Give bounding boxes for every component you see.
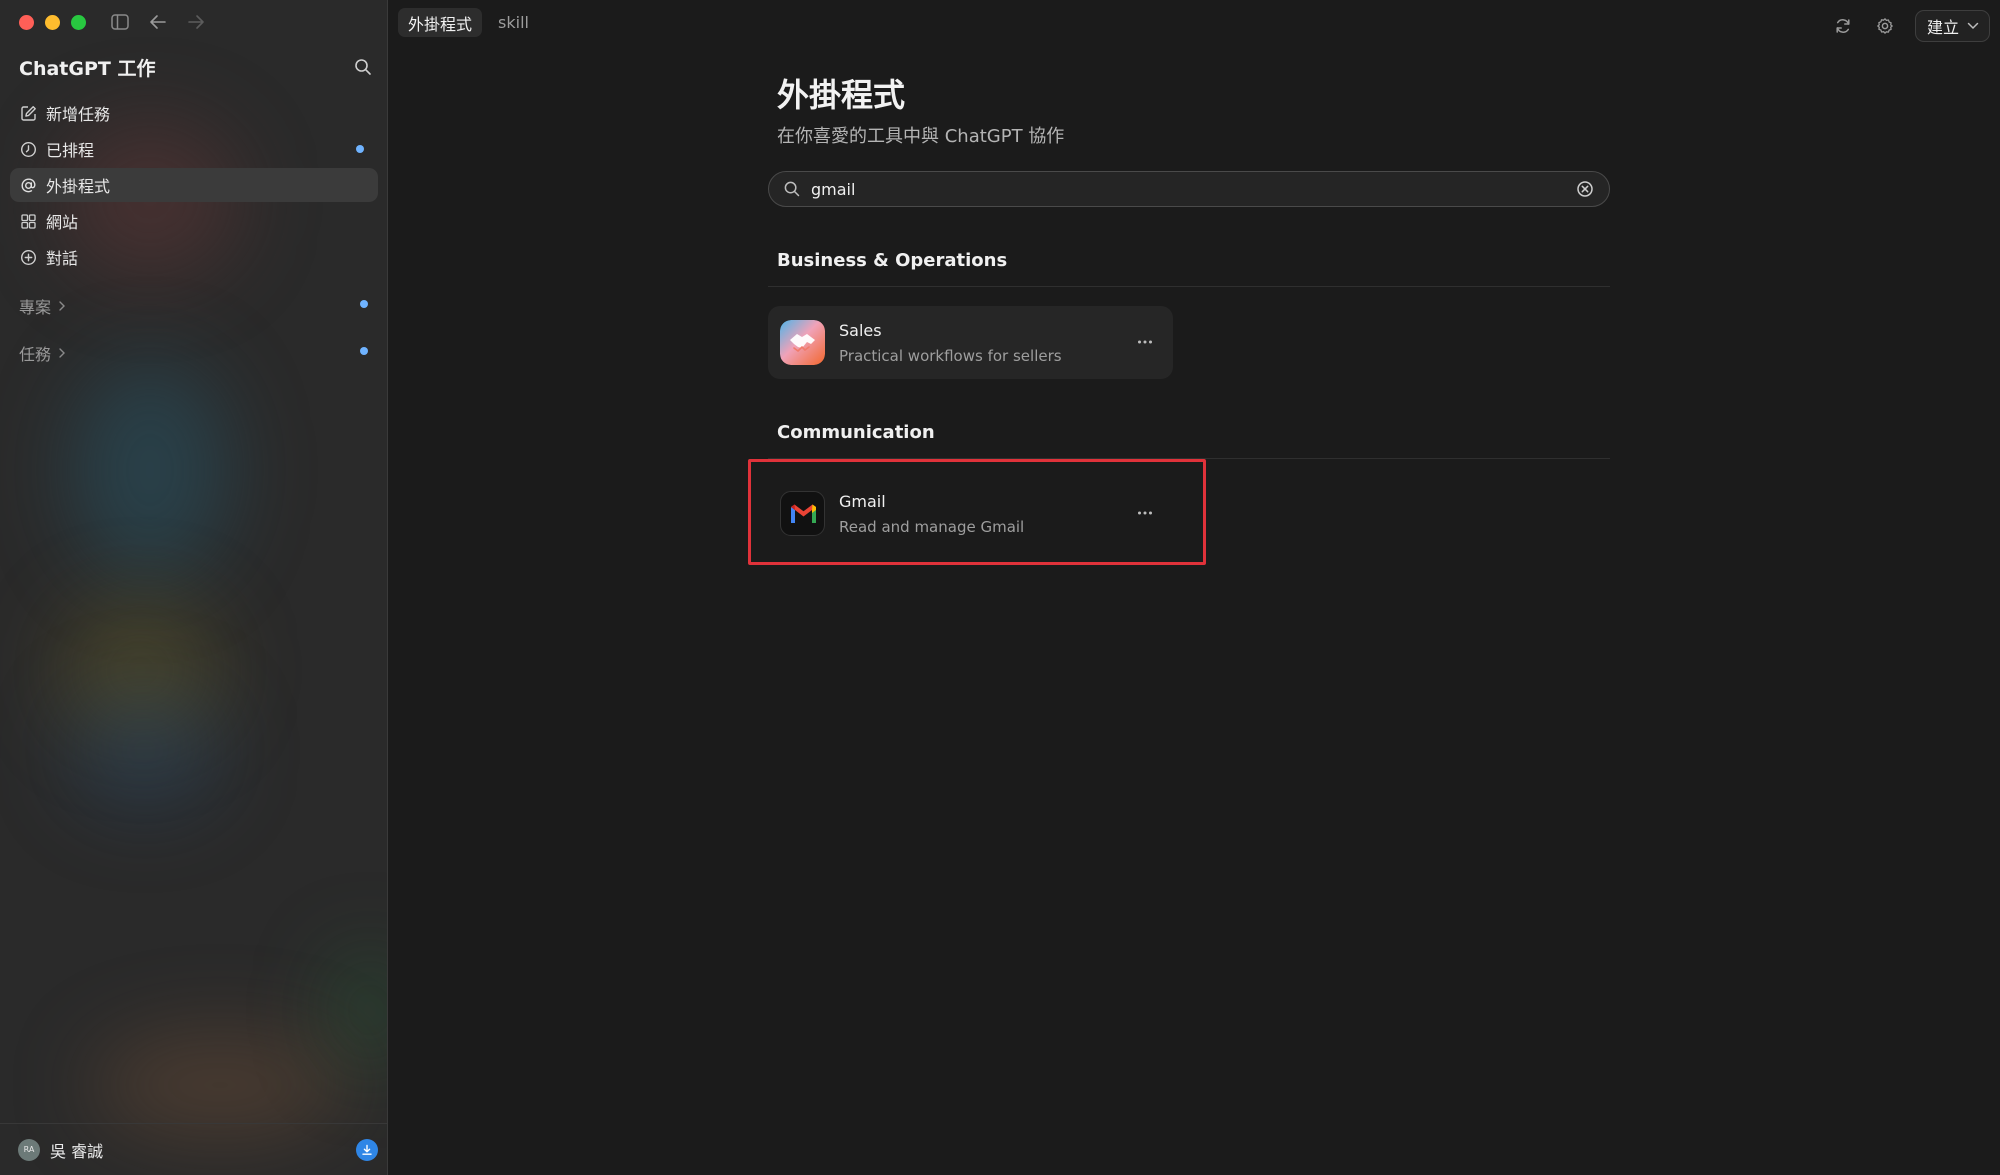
tab-plugins[interactable]: 外掛程式 [398, 8, 483, 37]
window-controls [19, 15, 86, 30]
sidebar-toolbar [108, 12, 208, 32]
header-actions: 建立 [1831, 10, 1990, 42]
app-title: ChatGPT 工作 [19, 58, 156, 80]
user-profile[interactable]: RA 吳 睿誠 [0, 1123, 387, 1175]
divider [768, 458, 1610, 459]
compose-icon [19, 104, 37, 122]
sidebar-item-sites[interactable]: 網站 [10, 204, 378, 238]
clock-icon [19, 140, 37, 158]
search-bar [768, 171, 1610, 207]
divider [768, 286, 1610, 287]
refresh-icon[interactable] [1831, 14, 1855, 38]
plugin-card-gmail[interactable]: Gmail Read and manage Gmail [768, 477, 1173, 550]
sidebar-item-label: 外掛程式 [46, 177, 111, 196]
main-panel: 外掛程式 skill 建立 外掛程式 在你喜愛的工具中與 ChatGPT 協作 [388, 0, 2000, 1175]
more-options-icon[interactable] [1133, 501, 1157, 525]
sales-handshake-icon [780, 320, 825, 365]
search-input[interactable] [811, 179, 1575, 199]
chevron-right-icon [59, 301, 66, 311]
clear-search-icon[interactable] [1575, 179, 1595, 199]
page-subtitle: 在你喜愛的工具中與 ChatGPT 協作 [777, 126, 1065, 147]
at-sign-icon [19, 176, 37, 194]
chevron-right-icon [59, 348, 66, 358]
category-title: Communication [777, 422, 935, 443]
sidebar-item-label: 新增任務 [46, 105, 111, 124]
unread-dot [360, 347, 368, 355]
app-window: ChatGPT 工作 新增任務 已排程 外掛程式 網站 對話 專案 任務 RA … [0, 0, 2000, 1175]
plugin-card-sales[interactable]: Sales Practical workflows for sellers [768, 306, 1173, 379]
page-title: 外掛程式 [777, 76, 906, 114]
sidebar-item-label: 對話 [46, 249, 79, 268]
section-label: 任務 [19, 345, 52, 364]
section-tasks[interactable]: 任務 [19, 341, 67, 365]
section-label: 專案 [19, 298, 52, 317]
category-title: Business & Operations [777, 250, 1008, 271]
user-name: 吳 睿誠 [50, 1141, 104, 1161]
plugin-description: Read and manage Gmail [839, 517, 1025, 536]
sidebar-item-plugins[interactable]: 外掛程式 [10, 168, 378, 202]
close-window-button[interactable] [19, 15, 34, 30]
plugin-description: Practical workflows for sellers [839, 346, 1062, 365]
back-arrow-icon[interactable] [146, 12, 170, 32]
chevron-down-icon [1967, 22, 1979, 30]
download-icon[interactable] [356, 1139, 378, 1161]
search-icon[interactable] [353, 57, 375, 79]
sidebar-item-label: 已排程 [46, 141, 95, 160]
avatar: RA [18, 1138, 40, 1161]
sidebar: ChatGPT 工作 新增任務 已排程 外掛程式 網站 對話 專案 任務 RA … [0, 0, 388, 1175]
sidebar-item-new-task[interactable]: 新增任務 [10, 96, 378, 130]
forward-arrow-icon[interactable] [184, 12, 208, 32]
unread-dot [360, 300, 368, 308]
sidebar-item-scheduled[interactable]: 已排程 [10, 132, 378, 166]
minimize-window-button[interactable] [45, 15, 60, 30]
section-projects[interactable]: 專案 [19, 294, 67, 318]
create-button[interactable]: 建立 [1914, 10, 1990, 42]
search-icon [783, 180, 801, 198]
create-button-label: 建立 [1926, 18, 1959, 37]
plugin-name: Sales [839, 320, 882, 340]
grid-icon [19, 212, 37, 230]
sidebar-item-label: 網站 [46, 213, 79, 232]
sidebar-toggle-icon[interactable] [108, 12, 132, 32]
unread-dot [356, 145, 364, 153]
tab-bar: 外掛程式 skill [398, 8, 539, 37]
more-options-icon[interactable] [1133, 330, 1157, 354]
sidebar-nav: 新增任務 已排程 外掛程式 網站 對話 [10, 96, 378, 276]
tab-skill[interactable]: skill [488, 8, 539, 37]
zoom-window-button[interactable] [71, 15, 86, 30]
sidebar-item-conversations[interactable]: 對話 [10, 240, 378, 274]
plugin-name: Gmail [839, 491, 886, 511]
gear-icon[interactable] [1873, 14, 1897, 38]
plus-circle-icon [19, 248, 37, 266]
gmail-icon [780, 491, 825, 536]
